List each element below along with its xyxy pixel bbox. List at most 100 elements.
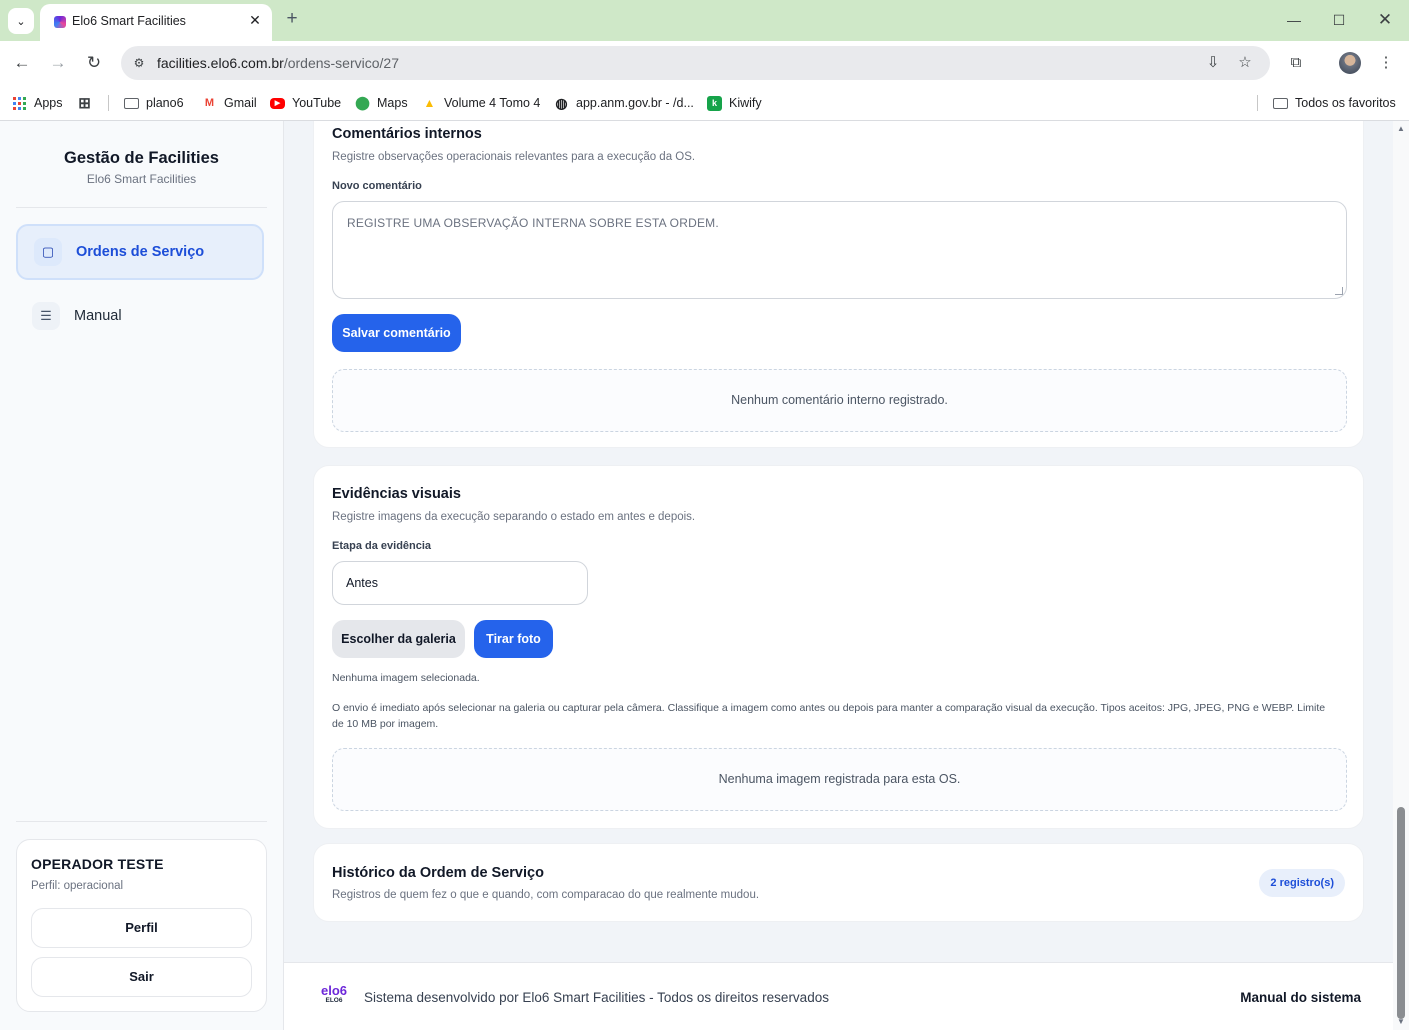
card-subtitle: Registros de quem fez o que e quando, co… [332,889,760,901]
card-title: Comentários internos [332,126,482,142]
folder-icon [1273,96,1288,111]
app-viewport: Gestão de Facilities Elo6 Smart Faciliti… [0,121,1409,1030]
forward-arrow-icon[interactable]: → [46,51,70,75]
bookmark-all-favorites[interactable]: Todos os favoritos [1273,93,1396,113]
browser-toolbar: ← → ↻ ⚙ facilities.elo6.com.br/ordens-se… [0,41,1409,85]
scrollbar-thumb[interactable] [1397,807,1405,1019]
bookmark-label: plano6 [146,96,184,110]
globe-icon: ◍ [555,94,568,111]
select-value: Antes [346,576,378,590]
field-label: Etapa da evidência [332,540,432,552]
sidebar-item-ordens-de-servico[interactable]: ▢ Ordens de Serviço [16,224,264,280]
browser-tab[interactable]: Elo6 Smart Facilities ✕ [40,4,272,41]
bookmark-volume4[interactable]: ▲ Volume 4 Tomo 4 [422,93,541,113]
footer: elo6 ELO6 Sistema desenvolvido por Elo6 … [284,962,1393,1030]
sidebar-divider [16,821,267,822]
maps-icon: ⬤ [355,95,370,110]
bookmark-plano6[interactable]: plano6 [124,93,184,113]
apps-grid-icon [12,96,27,111]
card-title: Evidências visuais [332,486,461,502]
tab-title: Elo6 Smart Facilities [72,14,186,28]
page-scrollbar[interactable]: ▲ ▼ [1393,121,1409,1030]
bookmark-kiwify[interactable]: k Kiwify [707,93,762,113]
take-photo-button[interactable]: Tirar foto [474,620,553,658]
upload-help-text: O envio é imediato após selecionar na ga… [332,702,1326,730]
bookmark-label: Gmail [224,96,257,110]
sidebar: Gestão de Facilities Elo6 Smart Faciliti… [0,121,284,1030]
bookmark-star-icon[interactable]: ☆ [1235,53,1255,73]
bookmark-gmail[interactable]: M Gmail [202,93,257,113]
no-selection-text: Nenhuma imagem selecionada. [332,672,480,684]
tab-search-chevron-icon[interactable]: ⌄ [8,8,34,34]
browser-tabbar: ⌄ Elo6 Smart Facilities ✕ + — ☐ ✕ [0,0,1409,41]
bookmark-label: Maps [377,96,408,110]
profile-avatar[interactable] [1339,52,1361,74]
evidence-stage-select[interactable]: Antes [332,561,588,605]
site-info-icon[interactable]: ⚙ [129,53,149,73]
tab-close-icon[interactable]: ✕ [246,11,264,29]
bookmark-label: YouTube [292,96,342,110]
bookmark-label: Apps [34,96,63,110]
bookmark-youtube[interactable]: ▶ YouTube [270,93,341,113]
sidebar-item-label: Ordens de Serviço [76,244,205,260]
bookmark-label: Volume 4 Tomo 4 [444,96,541,110]
field-label: Novo comentário [332,180,422,192]
youtube-icon: ▶ [270,97,285,109]
back-arrow-icon[interactable]: ← [10,51,34,75]
scroll-down-arrow-icon[interactable]: ▼ [1397,1018,1405,1026]
profile-button[interactable]: Perfil [31,908,252,948]
user-role: Perfil: operacional [31,880,124,892]
window-close-icon[interactable]: ✕ [1370,8,1400,32]
evidence-empty-state: Nenhuma imagem registrada para esta OS. [332,748,1347,811]
card-title: Histórico da Ordem de Serviço [332,865,544,881]
save-comment-button[interactable]: Salvar comentário [332,314,461,352]
extensions-puzzle-icon[interactable]: ⧉ [1284,51,1308,75]
address-bar[interactable]: ⚙ facilities.elo6.com.br/ordens-servico/… [121,46,1270,80]
sidebar-item-manual[interactable]: ☰ Manual [16,288,264,344]
system-manual-link[interactable]: Manual do sistema [1240,990,1361,1005]
footer-copyright: Sistema desenvolvido por Elo6 Smart Faci… [364,990,829,1005]
comments-empty-state: Nenhum comentário interno registrado. [332,369,1347,432]
brand-subtitle: Elo6 Smart Facilities [86,172,197,186]
resize-grip-icon[interactable] [1335,287,1343,295]
main-content: Comentários internos Registre observaçõe… [284,121,1393,1030]
reload-icon[interactable]: ↻ [82,51,106,75]
sidebar-item-label: Manual [74,308,122,324]
tab-groups-icon[interactable]: ⊞ [77,93,92,113]
drive-icon: ▲ [423,96,436,110]
bookmark-label: Kiwify [729,96,762,110]
bookmark-separator [1257,95,1258,111]
window-minimize-icon[interactable]: — [1279,8,1309,32]
window-maximize-icon[interactable]: ☐ [1324,8,1354,32]
visual-evidence-card: Evidências visuais Registre imagens da e… [313,465,1364,829]
textarea-placeholder: REGISTRE UMA OBSERVAÇÃO INTERNA SOBRE ES… [347,216,719,230]
card-subtitle: Registre imagens da execução separando o… [332,511,696,523]
internal-comments-card: Comentários internos Registre observaçõe… [313,121,1364,448]
logout-button[interactable]: Sair [31,957,252,997]
kiwify-icon: k [707,95,722,111]
scroll-up-arrow-icon[interactable]: ▲ [1397,125,1405,133]
chrome-menu-icon[interactable]: ⋮ [1374,51,1398,75]
bookmark-apps[interactable]: Apps [12,93,63,113]
choose-gallery-button[interactable]: Escolher da galeria [332,620,465,658]
elo6-logo: elo6 ELO6 [321,983,348,1004]
user-name: OPERADOR TESTE [31,856,164,872]
bookmark-separator [108,95,109,111]
elo6-favicon-icon [54,16,66,28]
new-comment-textarea[interactable]: REGISTRE UMA OBSERVAÇÃO INTERNA SOBRE ES… [332,201,1347,299]
install-app-icon[interactable]: ⇩ [1203,53,1223,73]
bookmark-maps[interactable]: ⬤ Maps [355,93,408,113]
bookmark-label: Todos os favoritos [1295,96,1396,110]
sidebar-divider [16,207,267,208]
gmail-icon: M [204,97,215,109]
user-card: OPERADOR TESTE Perfil: operacional Perfi… [16,839,267,1012]
history-card: Histórico da Ordem de Serviço Registros … [313,843,1364,922]
history-count-badge[interactable]: 2 registro(s) [1259,869,1345,897]
brand-title: Gestão de Facilities [64,149,219,167]
document-icon: ☰ [32,302,60,330]
url-text: facilities.elo6.com.br/ordens-servico/27 [157,55,399,71]
new-tab-plus-icon[interactable]: + [282,9,302,29]
card-subtitle: Registre observações operacionais releva… [332,151,696,163]
folder-icon [124,96,139,111]
bookmark-anm[interactable]: ◍ app.anm.gov.br - /d... [554,93,694,113]
